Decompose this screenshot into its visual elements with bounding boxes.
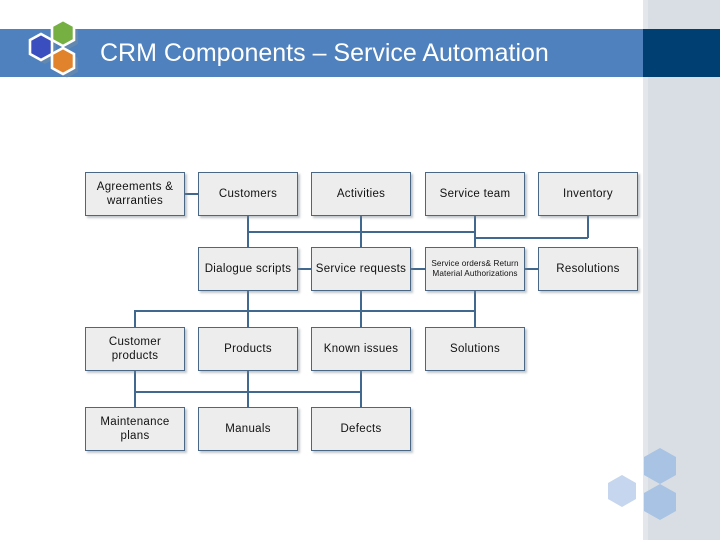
connector-agreements-to-customers: [185, 193, 199, 195]
node-label: Products: [224, 343, 272, 355]
node-label: Service orders& Return Material Authoriz…: [431, 258, 519, 279]
node-label: Agreements & warranties: [96, 181, 174, 207]
node-service-team[interactable]: Service team: [425, 172, 525, 216]
connector-stub-serviceteam-down: [474, 216, 476, 232]
connector-stub-custprod-down: [134, 371, 136, 392]
node-dialogue-scripts[interactable]: Dialogue scripts: [198, 247, 298, 291]
connector-service-requests-to-orders: [411, 268, 426, 270]
connector-stub-inventory-down: [587, 216, 589, 238]
connector-stub-bus2-to-knownissues: [360, 310, 362, 328]
connector-stub-bus2-to-custprod: [134, 310, 136, 328]
node-activities[interactable]: Activities: [311, 172, 411, 216]
connector-stub-servicereq-down: [360, 291, 362, 311]
node-resolutions[interactable]: Resolutions: [538, 247, 638, 291]
node-agreements-warranties[interactable]: Agreements & warranties: [85, 172, 185, 216]
node-known-issues[interactable]: Known issues: [311, 327, 411, 371]
connector-stub-activities-down: [360, 216, 362, 232]
node-label: Service team: [439, 188, 511, 200]
node-service-requests[interactable]: Service requests: [311, 247, 411, 291]
node-label: Inventory: [562, 188, 613, 200]
node-label: Customers: [218, 188, 278, 200]
connector-stub-bus1-to-orders: [474, 231, 476, 248]
node-maintenance-plans[interactable]: Maintenance plans: [85, 407, 185, 451]
connector-dialogue-to-service-requests: [298, 268, 312, 270]
connector-stub-bus3-to-defects: [360, 391, 362, 408]
node-label: Dialogue scripts: [204, 263, 292, 275]
connector-stub-bus2-to-solutions: [474, 310, 476, 328]
node-products[interactable]: Products: [198, 327, 298, 371]
node-inventory[interactable]: Inventory: [538, 172, 638, 216]
node-label: Known issues: [323, 343, 399, 355]
node-service-orders-rma[interactable]: Service orders& Return Material Authoriz…: [425, 247, 525, 291]
node-label: Activities: [336, 188, 386, 200]
node-manuals[interactable]: Manuals: [198, 407, 298, 451]
connector-stub-customers-down: [247, 216, 249, 232]
node-label: Customer products: [108, 336, 162, 362]
connector-stub-knownissues-down: [360, 371, 362, 392]
connector-stub-bus1-to-servicereq: [360, 231, 362, 248]
connector-bus-row2-horizontal: [134, 310, 476, 312]
node-label: Defects: [340, 423, 382, 435]
connector-stub-bus3-to-maint: [134, 391, 136, 408]
connector-stub-products-down: [247, 371, 249, 392]
node-customer-products[interactable]: Customer products: [85, 327, 185, 371]
connector-stub-bus1-to-dialogue: [247, 231, 249, 248]
connector-stub-dialogue-down: [247, 291, 249, 311]
node-label: Solutions: [449, 343, 500, 355]
connector-bus-inventory-horizontal: [474, 237, 588, 239]
connector-stub-orders-down: [474, 291, 476, 311]
connector-orders-to-resolutions: [525, 268, 539, 270]
node-defects[interactable]: Defects: [311, 407, 411, 451]
crm-components-diagram: Agreements & warranties Customers Activiti…: [0, 0, 720, 540]
node-label: Resolutions: [556, 263, 620, 275]
node-customers[interactable]: Customers: [198, 172, 298, 216]
slide-canvas: CRM Components – Service Automation Agre…: [0, 0, 720, 540]
node-solutions[interactable]: Solutions: [425, 327, 525, 371]
node-label: Manuals: [225, 423, 271, 435]
node-label: Maintenance plans: [100, 416, 170, 442]
connector-stub-bus2-to-products: [247, 310, 249, 328]
connector-stub-bus3-to-manuals: [247, 391, 249, 408]
node-label: Service requests: [315, 263, 407, 275]
